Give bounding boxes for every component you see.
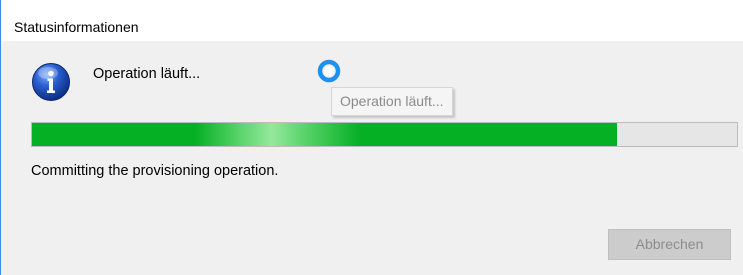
window-title: Statusinformationen	[14, 19, 139, 35]
title-bar[interactable]: Statusinformationen	[1, 0, 743, 41]
busy-spinner-icon	[316, 58, 342, 84]
operation-message: Operation läuft...	[93, 66, 201, 82]
status-dialog: Statusinformationen Operation läuft... O…	[0, 0, 743, 275]
information-icon	[31, 62, 71, 102]
progress-bar-fill	[32, 123, 618, 146]
status-detail-text: Committing the provisioning operation.	[31, 163, 279, 179]
progress-bar	[31, 122, 738, 147]
cancel-button[interactable]: Abbrechen	[608, 229, 731, 260]
tooltip: Operation läuft...	[331, 87, 453, 116]
